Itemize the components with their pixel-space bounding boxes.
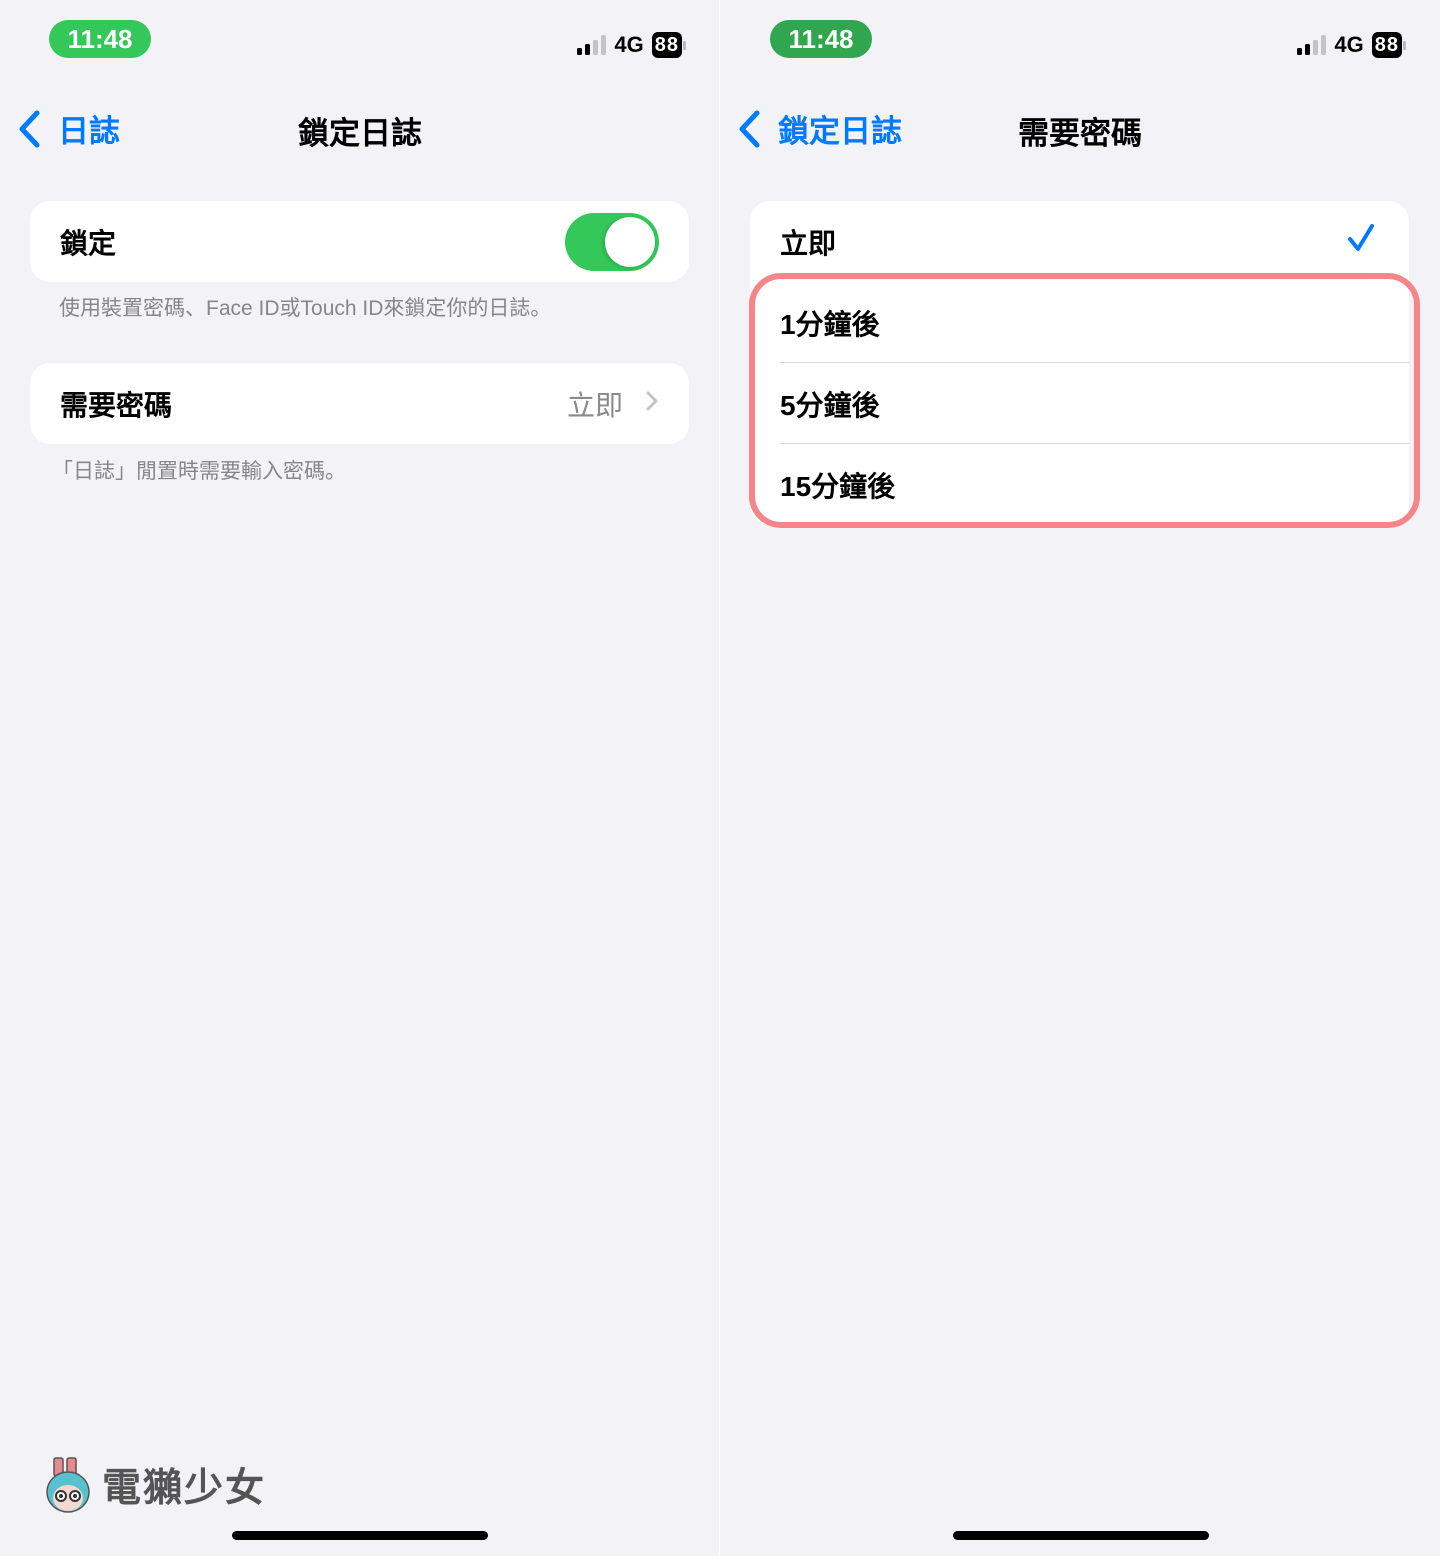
home-indicator[interactable] xyxy=(232,1531,488,1540)
home-indicator[interactable] xyxy=(953,1531,1209,1540)
network-type: 4G xyxy=(1334,32,1364,57)
battery-level: 88 xyxy=(1371,32,1402,58)
option-label: 15分鐘後 xyxy=(780,470,896,502)
lock-journal-screen: 11:48 4G 88 日誌 鎖定日誌 鎖定 使用裝置密碼、Face ID或To… xyxy=(0,0,720,1556)
toggle-knob xyxy=(605,217,655,267)
require-passcode-row[interactable]: 需要密碼 立即 xyxy=(30,363,689,444)
passcode-group: 需要密碼 立即 xyxy=(30,363,689,444)
option-5-minutes[interactable]: 5分鐘後 xyxy=(750,363,1409,444)
lock-label: 鎖定 xyxy=(60,227,117,259)
navigation-bar: 日誌 鎖定日誌 xyxy=(0,100,720,156)
passcode-options-list: 立即 1分鐘後 5分鐘後 15分鐘後 xyxy=(750,201,1409,525)
option-label: 立即 xyxy=(780,227,837,259)
page-title: 需要密碼 xyxy=(1018,116,1142,151)
option-label: 5分鐘後 xyxy=(780,389,880,421)
status-indicators: 4G 88 xyxy=(577,32,686,58)
require-passcode-label: 需要密碼 xyxy=(60,389,173,421)
passcode-footer: 「日誌」閒置時需要輸入密碼。 xyxy=(52,460,346,483)
cellular-signal-icon xyxy=(1297,35,1327,55)
lock-group: 鎖定 xyxy=(30,201,689,282)
option-15-minutes[interactable]: 15分鐘後 xyxy=(750,444,1409,525)
watermark-text: 電獺少女 xyxy=(102,1467,267,1510)
status-time: 11:48 xyxy=(770,20,872,58)
status-time: 11:48 xyxy=(49,20,151,58)
option-label: 1分鐘後 xyxy=(780,308,880,340)
chevron-right-icon xyxy=(645,390,659,417)
mascot-icon xyxy=(46,1457,90,1513)
option-1-minute[interactable]: 1分鐘後 xyxy=(750,282,1409,363)
navigation-bar: 鎖定日誌 需要密碼 xyxy=(720,100,1440,156)
network-type: 4G xyxy=(614,32,644,57)
status-indicators: 4G 88 xyxy=(1297,32,1406,58)
battery-icon: 88 xyxy=(1371,32,1406,58)
option-immediately[interactable]: 立即 xyxy=(750,201,1409,282)
battery-icon: 88 xyxy=(651,32,686,58)
lock-row: 鎖定 xyxy=(30,201,689,282)
checkmark-icon xyxy=(1347,223,1375,258)
watermark-logo: 電獺少女 xyxy=(44,1456,266,1514)
require-passcode-value: 立即 xyxy=(566,389,623,421)
lock-toggle[interactable] xyxy=(565,213,659,271)
cellular-signal-icon xyxy=(577,35,607,55)
lock-footer: 使用裝置密碼、Face ID或Touch ID來鎖定你的日誌。 xyxy=(59,297,552,320)
battery-level: 88 xyxy=(651,32,682,58)
page-title: 鎖定日誌 xyxy=(298,116,422,151)
require-passcode-screen: 11:48 4G 88 鎖定日誌 需要密碼 立即 1分鐘後 5分鐘後 15分鐘後 xyxy=(720,0,1440,1556)
